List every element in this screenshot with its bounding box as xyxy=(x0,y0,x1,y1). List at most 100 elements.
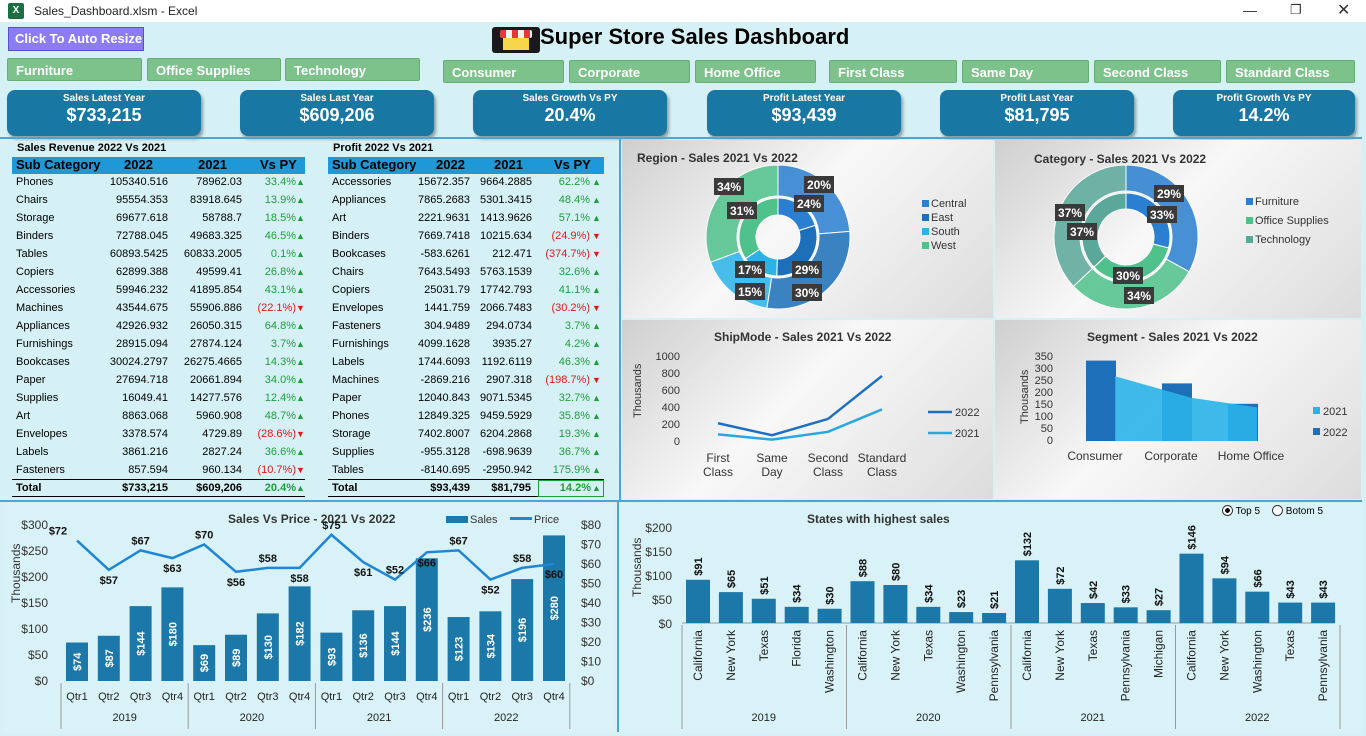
table-cell: Binders xyxy=(16,230,54,242)
bar-data-label: $27 xyxy=(1154,588,1166,606)
state-bar xyxy=(751,598,776,623)
table-cell: 26275.4665 xyxy=(183,356,242,368)
slicer-technology[interactable]: Technology xyxy=(285,58,420,81)
arrow-up-icon: ▲ xyxy=(592,339,601,349)
data-label-text: 37% xyxy=(1058,206,1082,220)
arrow-up-icon: ▲ xyxy=(296,285,305,295)
store-logo-icon xyxy=(492,27,540,53)
table-cell: 2907.318 xyxy=(486,374,532,386)
table-cell: Storage xyxy=(332,428,371,440)
table-cell: Copiers xyxy=(16,266,54,278)
data-label: 15% xyxy=(735,283,765,300)
kpi-profit-last-year: Profit Last Year $81,795 xyxy=(940,90,1134,136)
bar-data-label: $280 xyxy=(549,596,561,620)
table-row: Machines -2869.216 2907.318 (198.7%) ▼ xyxy=(328,371,604,389)
table-total-row: Total $93,439 $81,795 14.2% ▲ xyxy=(328,479,604,497)
table-cell: -8140.695 xyxy=(420,464,470,476)
arrow-up-icon: ▲ xyxy=(296,231,305,241)
kpi-profit-latest-year: Profit Latest Year $93,439 xyxy=(707,90,901,136)
table-cell: 14277.576 xyxy=(190,392,242,404)
slicer-furniture[interactable]: Furniture xyxy=(7,58,142,81)
close-icon[interactable]: ✕ xyxy=(1337,0,1350,20)
slicer-same-day[interactable]: Same Day xyxy=(962,60,1089,83)
axis-tick-label: $150 xyxy=(21,596,48,610)
table-cell: (24.9%) xyxy=(551,230,590,242)
table-cell: 17742.793 xyxy=(480,284,532,296)
arrow-down-icon: ▼ xyxy=(296,465,305,475)
x-tick-label: Qtr3 xyxy=(511,691,532,703)
divider xyxy=(617,502,619,732)
axis-tick-label: $20 xyxy=(581,635,601,649)
table-cell: 3378.574 xyxy=(122,428,168,440)
table-cell: 8863.068 xyxy=(122,410,168,422)
slicer-first-class[interactable]: First Class xyxy=(829,60,957,83)
state-bar xyxy=(718,592,743,623)
slicer-standard-class[interactable]: Standard Class xyxy=(1226,60,1355,83)
x-tick-label: New York xyxy=(1217,629,1231,681)
x-tick-label: Michigan xyxy=(1152,630,1166,678)
table-cell: 30024.2797 xyxy=(109,356,168,368)
table-cell: 18.5% xyxy=(264,212,296,224)
table-cell: 175.9% xyxy=(552,464,590,476)
bar-data-label: $74 xyxy=(72,652,84,671)
table-cell: (30.2%) xyxy=(551,302,590,314)
shipmode-line-panel: ShipMode - Sales 2021 Vs 2022 Thousands … xyxy=(622,320,993,499)
table-cell: Phones xyxy=(332,410,370,422)
arrow-up-icon: ▲ xyxy=(592,411,601,421)
axis-tick-label: $0 xyxy=(659,617,673,631)
axis-tick-label: 50 xyxy=(1041,423,1053,435)
state-bar xyxy=(1278,602,1303,623)
bar-data-label: $236 xyxy=(422,607,434,631)
x-tick-label: Qtr4 xyxy=(543,691,564,703)
table-cell: 5763.1539 xyxy=(480,266,532,278)
series-line-2021 xyxy=(717,408,883,441)
auto-resize-button[interactable]: Click To Auto Resize xyxy=(8,27,144,51)
state-bar xyxy=(1311,602,1336,623)
axis-tick-label: $50 xyxy=(28,648,48,662)
slicer-home-office[interactable]: Home Office xyxy=(695,60,816,83)
data-label: 30% xyxy=(1113,267,1143,284)
slicer-second-class[interactable]: Second Class xyxy=(1094,60,1221,83)
slicer-office-supplies[interactable]: Office Supplies xyxy=(147,58,281,81)
table-cell: 46.5% xyxy=(264,230,296,242)
category-donut-chart: 29% 33% 30% 34% 37% 37% xyxy=(1053,164,1199,310)
slicer-corporate[interactable]: Corporate xyxy=(569,60,690,83)
axis-tick-label: $250 xyxy=(21,544,48,558)
table-cell: Paper xyxy=(332,392,362,404)
table-cell: 41895.854 xyxy=(190,284,242,296)
x-tick-label: California xyxy=(1020,630,1034,681)
minimize-icon[interactable]: — xyxy=(1243,2,1257,18)
price-data-label: $66 xyxy=(418,557,436,569)
axis-tick-label: $100 xyxy=(21,622,48,636)
table-cell: 42926.932 xyxy=(116,320,168,332)
bar-data-label: $196 xyxy=(517,618,529,642)
table-cell: 12849.325 xyxy=(418,410,470,422)
arrow-up-icon: ▲ xyxy=(296,213,305,223)
state-bar xyxy=(686,579,710,623)
axis-tick-label: 0 xyxy=(674,436,680,448)
data-label: 29% xyxy=(792,261,822,278)
x-tick-label: New York xyxy=(1053,629,1067,681)
slicer-consumer[interactable]: Consumer xyxy=(443,60,564,83)
x-tick-label: Class xyxy=(813,465,843,479)
table-cell: Storage xyxy=(16,212,55,224)
data-label-text: 34% xyxy=(1127,289,1151,303)
table-row: Phones 105340.516 78962.03 33.4% ▲ xyxy=(12,173,305,191)
table-cell: 59946.232 xyxy=(116,284,168,296)
table-cell: 32.7% xyxy=(558,392,590,404)
table-cell: 4.2% xyxy=(564,338,590,350)
x-tick-label: Qtr4 xyxy=(162,691,183,703)
window-titlebar: X Sales_Dashboard.xlsm - Excel — ❐ ✕ xyxy=(0,0,1366,22)
table-cell: 62.2% xyxy=(558,176,590,188)
table-cell: 7669.7418 xyxy=(418,230,470,242)
state-bar xyxy=(1015,560,1039,623)
table-row: Fasteners 857.594 960.134 (10.7%) ▼ xyxy=(12,461,305,479)
table-cell: 2066.7483 xyxy=(480,302,532,314)
x-tick-label: Qtr1 xyxy=(448,691,469,703)
table-cell: 43544.675 xyxy=(116,302,168,314)
axis-tick-label: $150 xyxy=(645,545,672,559)
data-label: 37% xyxy=(1055,204,1085,221)
restore-icon[interactable]: ❐ xyxy=(1290,2,1302,18)
axis-tick-label: 800 xyxy=(662,368,680,380)
x-tick-label: Pennsylvania xyxy=(1316,630,1330,702)
